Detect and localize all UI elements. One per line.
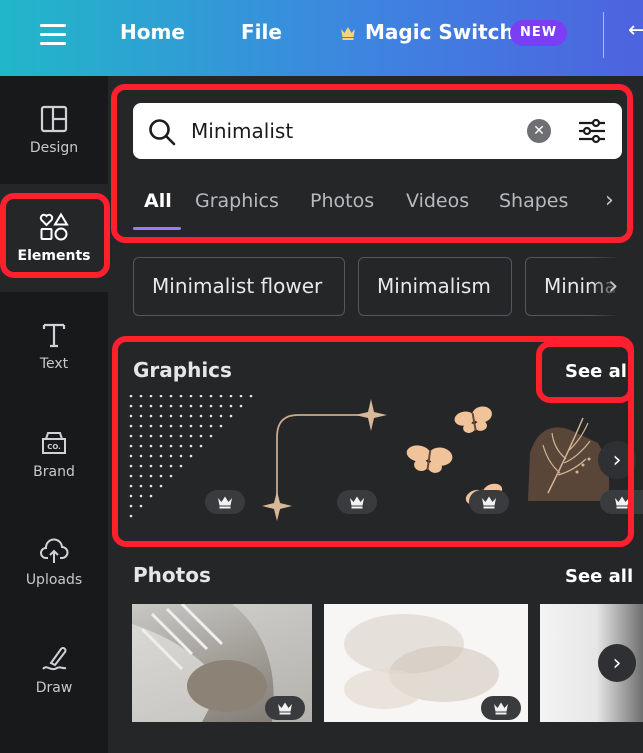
sidebar-item-uploads[interactable]: Uploads [0, 508, 108, 616]
tab-shapes[interactable]: Shapes [499, 190, 568, 212]
sidebar-item-label: Brand [33, 464, 75, 480]
clear-x-icon[interactable]: ✕ [527, 119, 551, 143]
svg-text:CO.: CO. [47, 443, 61, 451]
sidebar-item-elements[interactable]: Elements [0, 184, 108, 292]
crown-icon [278, 702, 292, 714]
chips-scroll-right-icon[interactable]: › [608, 271, 618, 301]
hamburger-menu-icon[interactable] [40, 24, 66, 46]
search-bar[interactable]: ✕ [133, 103, 622, 159]
shapes-icon [39, 212, 69, 241]
sidebar-item-label: Elements [17, 248, 91, 264]
file-menu[interactable]: File [241, 20, 282, 44]
divider [603, 12, 604, 58]
sidebar-item-label: Text [39, 356, 69, 372]
crown-icon [494, 702, 508, 714]
cloud-upload-icon [40, 538, 69, 563]
graphics-next-arrow-icon[interactable]: › [598, 441, 636, 479]
pen-draw-icon [42, 647, 67, 671]
magic-switch-button[interactable]: Magic Switch [365, 20, 514, 44]
crown-icon [350, 496, 364, 508]
photos-see-all-link[interactable]: See all [565, 566, 633, 587]
premium-crown-badge [205, 490, 245, 514]
premium-crown-badge [337, 490, 377, 514]
crown-icon [218, 496, 232, 508]
graphics-see-all-link[interactable]: See all [565, 361, 633, 382]
active-tab-indicator [133, 227, 181, 230]
tab-graphics[interactable]: Graphics [195, 190, 279, 212]
top-bar: Home File Magic Switch NEW ← [0, 0, 643, 76]
graphics-section-title: Graphics [133, 358, 232, 382]
undo-arrow-icon[interactable]: ← [628, 18, 643, 43]
graphic-star [262, 491, 292, 521]
tab-all[interactable]: All [144, 190, 172, 212]
premium-crown-badge [265, 696, 305, 720]
premium-crown-badge [469, 490, 509, 514]
left-sidebar: Design Elements Text CO. Brand Uploads D… [0, 76, 108, 753]
tab-videos[interactable]: Videos [406, 190, 469, 212]
crown-icon [614, 496, 629, 508]
sidebar-item-text[interactable]: Text [0, 292, 108, 400]
search-input[interactable] [191, 103, 511, 159]
layout-icon [40, 105, 68, 133]
tab-photos[interactable]: Photos [310, 190, 374, 212]
sidebar-item-brand[interactable]: CO. Brand [0, 400, 108, 508]
search-icon [149, 119, 176, 146]
premium-crown-badge [600, 490, 643, 514]
photos-next-arrow-icon[interactable]: › [598, 644, 636, 682]
sidebar-item-label: Draw [35, 680, 73, 696]
suggestion-chip[interactable]: Minimalism [358, 257, 512, 316]
graphic-star [355, 399, 387, 431]
new-badge: NEW [510, 20, 568, 46]
brand-kit-icon: CO. [42, 432, 66, 454]
sidebar-item-label: Design [29, 140, 79, 156]
photos-section-title: Photos [133, 563, 211, 587]
premium-crown-badge [481, 696, 521, 720]
filter-sliders-icon[interactable] [577, 116, 607, 146]
sidebar-item-draw[interactable]: Draw [0, 616, 108, 724]
sidebar-item-label: Uploads [25, 572, 83, 588]
sidebar-item-design[interactable]: Design [0, 76, 108, 184]
tabs-scroll-right-icon[interactable]: › [605, 188, 614, 213]
crown-icon [482, 496, 496, 508]
suggestion-chip[interactable]: Minimalist flower [133, 257, 345, 316]
text-T-icon [42, 323, 66, 348]
crown-icon [341, 27, 355, 40]
home-link[interactable]: Home [120, 20, 185, 44]
